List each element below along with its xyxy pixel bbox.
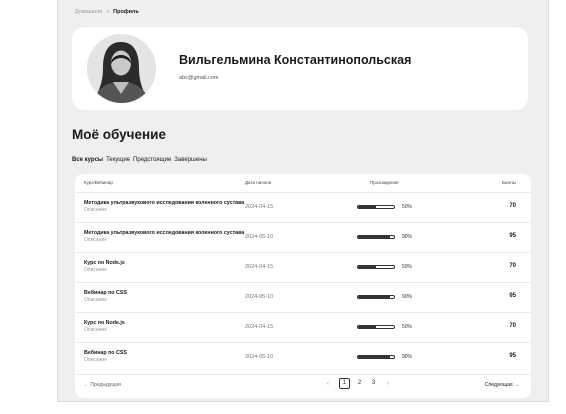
profile-email: abc@gmail.com	[179, 75, 219, 81]
course-description: Описание	[84, 207, 108, 213]
score: 70	[509, 323, 516, 329]
header-progress: Прохождение	[370, 180, 399, 185]
breadcrumb-separator: »	[106, 9, 110, 15]
table-row[interactable]: Курс по Node.js Описание 2024-04-15 50% 70	[75, 312, 531, 341]
progress-bar	[357, 265, 395, 269]
prev-page-button[interactable]: ← Предыдущая	[84, 382, 121, 388]
course-cell: Вебинар по CSS Описание	[84, 290, 249, 304]
course-description: Описание	[84, 237, 108, 243]
course-cell: Курс по Node.js Описание	[84, 260, 249, 274]
start-date: 2024-04-15	[245, 204, 274, 210]
progress-cell: 50%	[357, 324, 427, 332]
score: 95	[509, 233, 516, 239]
course-title[interactable]: Вебинар по CSS	[84, 290, 249, 297]
tab-current[interactable]: Текущие	[106, 157, 130, 163]
page-3-button[interactable]: 3	[368, 378, 379, 389]
breadcrumb: Домашняя » Профиль	[75, 9, 139, 15]
tab-upcoming[interactable]: Предстоящие	[133, 157, 171, 163]
progress-cell: 50%	[357, 264, 427, 272]
progress-percent: 50%	[402, 204, 413, 210]
progress-percent: 90%	[402, 354, 413, 360]
course-description: Описание	[84, 267, 108, 273]
course-title[interactable]: Методика ультразвукового исследования ко…	[84, 200, 249, 207]
progress-bar	[357, 235, 395, 239]
table-row[interactable]: Методика ультразвукового исследования ко…	[75, 192, 531, 221]
progress-cell: 90%	[357, 234, 427, 242]
progress-cell: 50%	[357, 204, 427, 212]
course-title[interactable]: Методика ультразвукового исследования ко…	[84, 230, 249, 237]
progress-bar	[357, 205, 395, 209]
profile-name: Вильгельмина Константинопольская	[179, 53, 412, 67]
course-cell: Методика ультразвукового исследования ко…	[84, 200, 249, 214]
start-date: 2024-04-15	[245, 324, 274, 330]
score: 95	[509, 353, 516, 359]
profile-card: Вильгельмина Константинопольская abc@gma…	[72, 27, 528, 110]
page-2-button[interactable]: 2	[354, 378, 365, 389]
progress-bar	[357, 355, 395, 359]
breadcrumb-current: Профиль	[113, 9, 139, 15]
score: 95	[509, 293, 516, 299]
progress-bar-fill	[358, 236, 391, 238]
course-cell: Вебинар по CSS Описание	[84, 350, 249, 364]
progress-bar-fill	[358, 266, 376, 268]
course-tabs: Все курсы Текущие Предстоящие Завершены	[72, 157, 207, 163]
course-title[interactable]: Курс по Node.js	[84, 320, 249, 327]
start-date: 2024-04-15	[245, 264, 274, 270]
courses-table: Курс/Вебинар Дата начала Прохождение Бал…	[75, 174, 531, 398]
tab-completed[interactable]: Завершены	[174, 157, 207, 163]
course-cell: Курс по Node.js Описание	[84, 320, 249, 334]
progress-cell: 90%	[357, 294, 427, 302]
chevron-left-icon[interactable]: ‹	[327, 381, 329, 387]
section-title: Моё обучение	[72, 127, 166, 142]
progress-bar-fill	[358, 356, 391, 358]
progress-bar-fill	[358, 296, 391, 298]
next-page-button[interactable]: Следующая →	[485, 382, 519, 388]
start-date: 2024-05-10	[245, 234, 274, 240]
table-row[interactable]: Методика ультразвукового исследования ко…	[75, 222, 531, 251]
progress-cell: 90%	[357, 354, 427, 362]
course-description: Описание	[84, 357, 108, 363]
header-score: Баллы	[502, 180, 516, 185]
course-title[interactable]: Курс по Node.js	[84, 260, 249, 267]
progress-bar-fill	[358, 206, 376, 208]
tab-all-courses[interactable]: Все курсы	[72, 157, 103, 163]
progress-bar-fill	[358, 326, 376, 328]
course-description: Описание	[84, 327, 108, 333]
user-photo-avatar-icon	[87, 34, 156, 103]
page-1-button[interactable]: 1	[339, 378, 350, 389]
course-title[interactable]: Вебинар по CSS	[84, 350, 249, 357]
avatar	[87, 34, 156, 103]
progress-bar	[357, 295, 395, 299]
table-header: Курс/Вебинар Дата начала Прохождение Бал…	[75, 174, 531, 192]
breadcrumb-home[interactable]: Домашняя	[75, 9, 102, 15]
start-date: 2024-05-10	[245, 354, 274, 360]
score: 70	[509, 203, 516, 209]
course-cell: Методика ультразвукового исследования ко…	[84, 230, 249, 244]
progress-percent: 50%	[402, 264, 413, 270]
chevron-right-icon[interactable]: ›	[387, 381, 389, 387]
progress-percent: 90%	[402, 294, 413, 300]
header-course: Курс/Вебинар	[84, 180, 113, 185]
progress-percent: 90%	[402, 234, 413, 240]
progress-bar	[357, 325, 395, 329]
table-row[interactable]: Вебинар по CSS Описание 2024-05-10 90% 95	[75, 342, 531, 371]
table-row[interactable]: Курс по Node.js Описание 2024-04-15 50% 70	[75, 252, 531, 281]
progress-percent: 50%	[402, 324, 413, 330]
table-row[interactable]: Вебинар по CSS Описание 2024-05-10 90% 95	[75, 282, 531, 311]
score: 70	[509, 263, 516, 269]
course-description: Описание	[84, 297, 108, 303]
start-date: 2024-05-10	[245, 294, 274, 300]
pagination: ← Предыдущая ‹ 1 2 3 › Следующая →	[75, 374, 531, 394]
header-date: Дата начала	[245, 180, 272, 185]
app-frame: Домашняя » Профиль Вильгельмина Константин…	[57, 0, 549, 402]
